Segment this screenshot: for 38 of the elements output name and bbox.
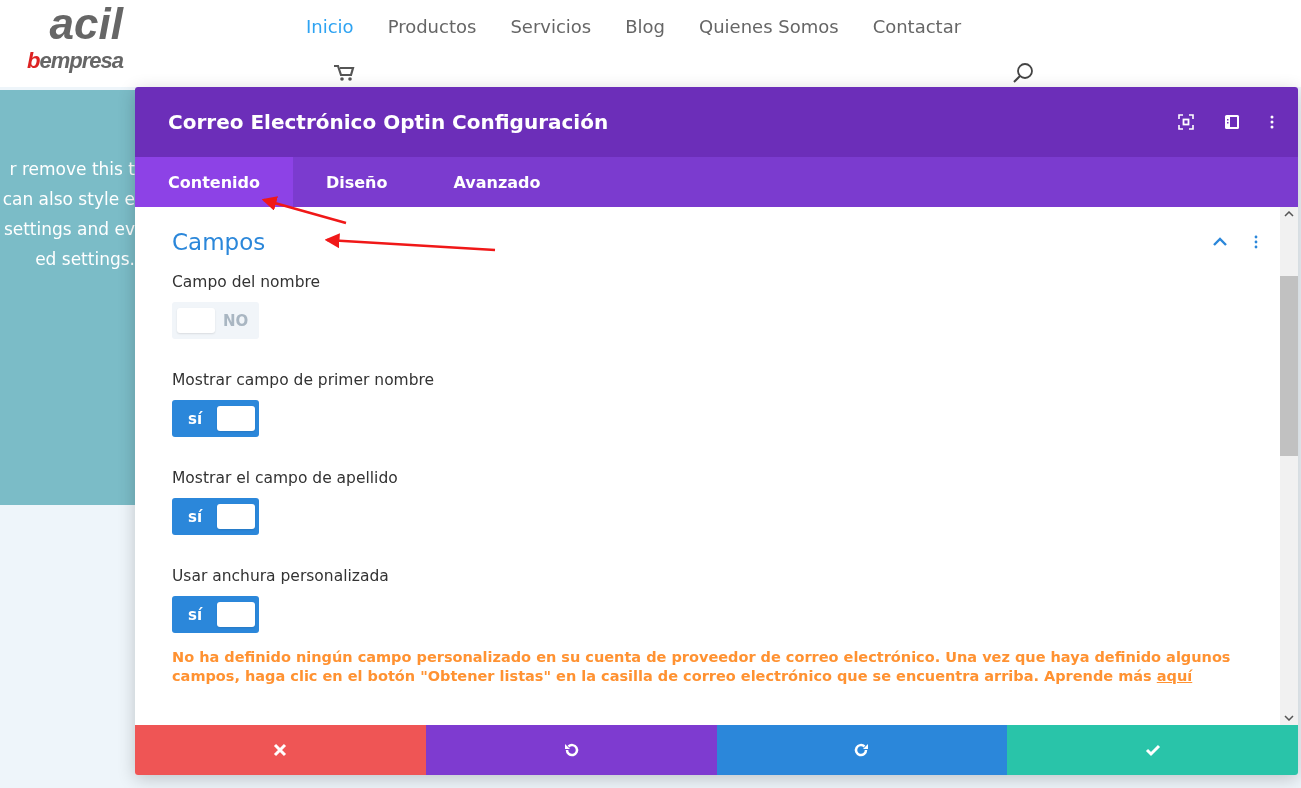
scrollbar[interactable] [1280, 207, 1298, 725]
toggle-label: Mostrar campo de primer nombre [172, 371, 436, 389]
toggle-switch[interactable]: sí [172, 400, 259, 437]
tab[interactable]: Contenido [135, 157, 293, 207]
more-icon[interactable] [1270, 114, 1274, 130]
tab[interactable]: Diseño [292, 157, 421, 207]
nav-link[interactable]: Contactar [872, 16, 962, 42]
sidebar-icon[interactable] [1224, 114, 1240, 130]
collapse-icon[interactable] [1212, 237, 1228, 247]
nav-link[interactable]: Productos [387, 16, 477, 42]
nav-link[interactable]: Blog [625, 16, 665, 42]
panel-text: r remove this t [9, 158, 135, 181]
toggle-label: Campo del nombre [172, 273, 322, 291]
nav-link[interactable]: Quienes Somos [699, 16, 839, 42]
redo-icon [853, 742, 870, 758]
tab[interactable]: Avanzado [420, 157, 574, 207]
undo-icon [563, 742, 580, 758]
panel-text: ed settings. [35, 248, 135, 271]
logo-subtext: bempresa [27, 48, 123, 74]
toggle-switch[interactable]: sí [172, 498, 259, 535]
notice-text: No ha definido ningún campo personalizado en su cuenta de proveedor de correo electrónico. Una vez que haya definido algunos campos, haga clic en el botón "Obtener listas" en la casilla de correo electrónico que se encuentra arriba. Aprende más aquí [172, 648, 1232, 686]
more-icon[interactable] [1254, 234, 1258, 250]
panel-text: can also style e [2, 188, 135, 211]
nav-link[interactable]: Servicios [510, 16, 592, 42]
modal-title: Correo Electrónico Optin Configuración [168, 110, 610, 134]
close-icon [272, 742, 289, 758]
toggle-switch[interactable]: sí [172, 596, 259, 633]
expand-icon[interactable] [1178, 114, 1194, 130]
toggle-label: Usar anchura personalizada [172, 567, 390, 585]
check-icon [1144, 742, 1161, 758]
logo-text: acil [49, 0, 123, 48]
cart-icon[interactable] [333, 64, 355, 82]
panel-text: settings and ev [3, 218, 135, 241]
search-icon[interactable] [1012, 62, 1034, 84]
scroll-down-icon[interactable] [1284, 715, 1294, 721]
scroll-up-icon[interactable] [1284, 211, 1294, 217]
toggle-label: Mostrar el campo de apellido [172, 469, 399, 487]
section-title: Campos [172, 229, 266, 255]
